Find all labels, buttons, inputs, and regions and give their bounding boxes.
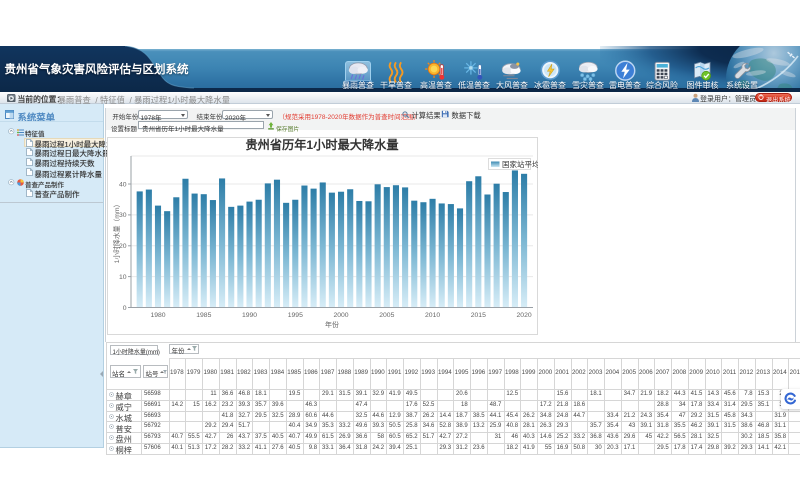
- svg-text:2005: 2005: [379, 312, 394, 319]
- svg-text:40: 40: [118, 181, 126, 188]
- svg-text:年份: 年份: [325, 320, 339, 329]
- svg-text:1990: 1990: [241, 312, 256, 319]
- svg-text:2010: 2010: [425, 312, 440, 319]
- svg-text:2020: 2020: [516, 312, 531, 319]
- svg-text:1985: 1985: [196, 312, 211, 319]
- svg-text:2000: 2000: [333, 312, 348, 319]
- svg-text:10: 10: [118, 273, 126, 280]
- svg-text:0: 0: [122, 304, 126, 311]
- svg-text:1995: 1995: [287, 312, 302, 319]
- svg-text:贵州省历年1小时最大降水量: 贵州省历年1小时最大降水量: [245, 137, 398, 152]
- svg-text:1980: 1980: [150, 312, 165, 319]
- svg-text:1小时降水量（mm）: 1小时降水量（mm）: [112, 200, 121, 263]
- svg-text:2015: 2015: [470, 312, 485, 319]
- svg-text:国家站平均: 国家站平均: [502, 159, 538, 169]
